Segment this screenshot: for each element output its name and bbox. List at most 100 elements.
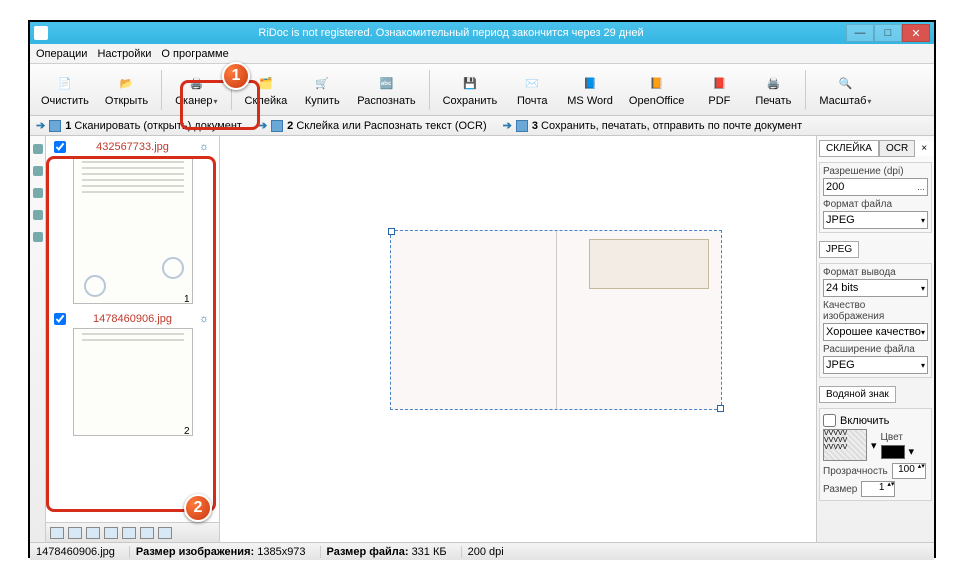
size-spinner[interactable]: 1	[861, 481, 895, 497]
thumbnail-item[interactable]: 1478460906.jpg ☼ 2	[52, 312, 213, 436]
scanner-button[interactable]: 🖨️Сканер▾	[170, 67, 222, 113]
size-label: Размер	[823, 484, 857, 495]
title-bar: RiDoc is not registered. Ознакомительный…	[30, 22, 934, 44]
openoffice-icon: 📙	[645, 72, 669, 94]
properties-panel: СКЛЕЙКА OCR × Разрешение (dpi) 200… Форм…	[816, 136, 934, 542]
brightness-icon[interactable]: ☼	[199, 313, 211, 325]
window-title: RiDoc is not registered. Ознакомительный…	[56, 27, 846, 39]
rail-icon[interactable]	[33, 188, 43, 198]
document-preview[interactable]	[390, 230, 722, 410]
hint-step-1: 1 Сканировать (открыть) документ	[65, 120, 242, 132]
stamp-region	[589, 239, 709, 289]
thumbnail-item[interactable]: 432567733.jpg ☼ 1	[52, 140, 213, 304]
status-filename: 1478460906.jpg	[36, 546, 115, 558]
thumb-toolbar	[46, 522, 219, 542]
save-icon: 💾	[458, 72, 482, 94]
save-mini-icon	[516, 120, 528, 132]
extension-label: Расширение файла	[823, 344, 928, 355]
resolution-label: Разрешение (dpi)	[823, 166, 928, 177]
menu-about[interactable]: О программе	[161, 48, 228, 60]
thumb-filename: 432567733.jpg	[72, 141, 193, 153]
save-button[interactable]: 💾Сохранить	[438, 67, 503, 113]
mail-button[interactable]: ✉️Почта	[508, 67, 556, 113]
watermark-color-picker[interactable]	[881, 445, 905, 459]
thumb-checkbox[interactable]	[54, 313, 66, 325]
scan-mini-icon	[49, 120, 61, 132]
brightness-icon[interactable]: ☼	[199, 141, 211, 153]
ocr-button[interactable]: 🔤Распознать	[352, 67, 420, 113]
openoffice-button[interactable]: 📙OpenOffice	[624, 67, 689, 113]
clear-button[interactable]: 📄Очистить	[36, 67, 94, 113]
tab-glue[interactable]: СКЛЕЙКА	[819, 140, 879, 157]
status-dimensions: Размер изображения: 1385x973	[129, 546, 306, 558]
pdf-icon: 📕	[707, 72, 731, 94]
quality-label: Качество изображения	[823, 300, 928, 322]
ocr-icon: 🔤	[374, 72, 398, 94]
output-label: Формат вывода	[823, 267, 928, 278]
rail-icon[interactable]	[33, 210, 43, 220]
folder-open-icon: 📂	[114, 72, 138, 94]
zoom-button[interactable]: 🔍Масштаб▾	[814, 67, 876, 113]
word-icon: 📘	[578, 72, 602, 94]
thumb-tool-icon[interactable]	[158, 527, 172, 539]
glue-icon: 🗂️	[254, 72, 278, 94]
pdf-button[interactable]: 📕PDF	[695, 67, 743, 113]
watermark-enable-checkbox[interactable]	[823, 414, 836, 427]
menu-bar: Операции Настройки О программе	[30, 44, 934, 64]
status-filesize: Размер файла: 331 КБ	[320, 546, 447, 558]
hint-bar: ➔1 Сканировать (открыть) документ ➔2 Скл…	[30, 116, 934, 136]
resolution-select[interactable]: 200…	[823, 178, 928, 196]
thumb-tool-icon[interactable]	[68, 527, 82, 539]
thumb-preview[interactable]: 2	[73, 328, 193, 436]
format-select[interactable]: JPEG▾	[823, 211, 928, 229]
thumb-filename: 1478460906.jpg	[72, 313, 193, 325]
cart-icon: 🛒	[310, 72, 334, 94]
print-button[interactable]: 🖨️Печать	[749, 67, 797, 113]
thumb-checkbox[interactable]	[54, 141, 66, 153]
thumb-tool-icon[interactable]	[50, 527, 64, 539]
open-button[interactable]: 📂Открыть	[100, 67, 153, 113]
tab-watermark[interactable]: Водяной знак	[819, 386, 896, 403]
thumb-tool-icon[interactable]	[86, 527, 100, 539]
extension-select[interactable]: JPEG▾	[823, 356, 928, 374]
rail-icon[interactable]	[33, 144, 43, 154]
watermark-pattern[interactable]: VVVVV VVVVV VVVVV	[823, 429, 867, 461]
thumb-tool-icon[interactable]	[140, 527, 154, 539]
hint-step-3: 3 Сохранить, печатать, отправить по почт…	[532, 120, 802, 132]
callout-badge-1: 1	[222, 62, 250, 90]
status-dpi: 200 dpi	[461, 546, 504, 558]
minimize-button[interactable]: —	[846, 24, 874, 42]
thumbnail-panel: 432567733.jpg ☼ 1 1478460906.jpg ☼	[46, 136, 220, 542]
status-bar: 1478460906.jpg Размер изображения: 1385x…	[30, 542, 934, 560]
printer-icon: 🖨️	[761, 72, 785, 94]
watermark-color-label: Цвет	[881, 432, 915, 443]
app-icon	[34, 26, 48, 40]
buy-button[interactable]: 🛒Купить	[298, 67, 346, 113]
preview-canvas[interactable]	[220, 136, 816, 542]
scanner-icon: 🖨️	[184, 72, 208, 94]
left-tool-rail	[30, 136, 46, 542]
format-label: Формат файла	[823, 199, 928, 210]
opacity-spinner[interactable]: 100	[892, 463, 926, 479]
magnifier-icon: 🔍	[833, 72, 857, 94]
output-select[interactable]: 24 bits▾	[823, 279, 928, 297]
rail-icon[interactable]	[33, 232, 43, 242]
panel-close-icon[interactable]: ×	[915, 141, 933, 156]
maximize-button[interactable]: □	[874, 24, 902, 42]
tab-jpeg[interactable]: JPEG	[819, 241, 859, 258]
thumb-tool-icon[interactable]	[122, 527, 136, 539]
thumb-preview[interactable]: 1	[73, 156, 193, 304]
mail-icon: ✉️	[520, 72, 544, 94]
menu-operations[interactable]: Операции	[36, 48, 87, 60]
callout-badge-2: 2	[184, 494, 212, 522]
close-button[interactable]: ✕	[902, 24, 930, 42]
glue-mini-icon	[271, 120, 283, 132]
rail-icon[interactable]	[33, 166, 43, 176]
word-button[interactable]: 📘MS Word	[562, 67, 618, 113]
menu-settings[interactable]: Настройки	[97, 48, 151, 60]
thumb-tool-icon[interactable]	[104, 527, 118, 539]
quality-select[interactable]: Хорошее качество▾	[823, 323, 928, 341]
opacity-label: Прозрачность	[823, 466, 888, 477]
tab-ocr[interactable]: OCR	[879, 140, 915, 157]
page-blank-icon: 📄	[53, 72, 77, 94]
